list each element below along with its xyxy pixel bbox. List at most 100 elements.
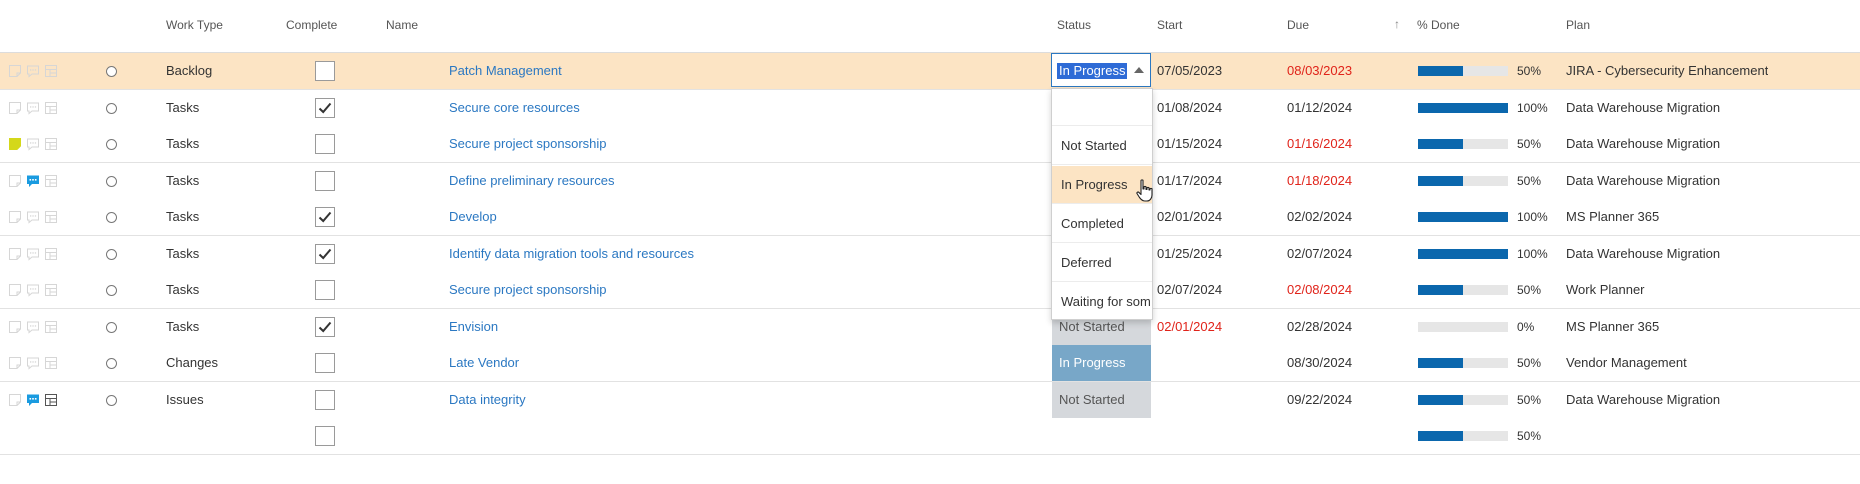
task-name-link[interactable]: Define preliminary resources	[449, 163, 614, 199]
plan-cell[interactable]: Data Warehouse Migration	[1566, 163, 1720, 199]
complete-checkbox[interactable]	[315, 243, 335, 264]
comment-icon[interactable]	[26, 320, 40, 334]
percent-done-cell[interactable]: 50%	[1517, 163, 1541, 199]
status-option[interactable]	[1052, 89, 1152, 126]
status-option[interactable]: Deferred	[1052, 244, 1152, 282]
due-date-cell[interactable]: 02/02/2024	[1287, 199, 1352, 235]
comment-icon[interactable]	[26, 137, 40, 151]
percent-done-cell[interactable]: 100%	[1517, 236, 1548, 272]
board-icon[interactable]	[44, 210, 58, 224]
due-date-cell[interactable]: 08/03/2023	[1287, 53, 1352, 89]
status-option[interactable]: Completed	[1052, 205, 1152, 243]
board-icon[interactable]	[44, 247, 58, 261]
note-icon[interactable]	[8, 101, 22, 115]
percent-done-cell[interactable]: 50%	[1517, 272, 1541, 308]
plan-cell[interactable]: MS Planner 365	[1566, 199, 1659, 235]
board-icon[interactable]	[44, 393, 58, 407]
header-pct-done[interactable]: % Done	[1417, 18, 1460, 32]
status-option[interactable]: Not Started	[1052, 127, 1152, 165]
due-date-cell[interactable]: 02/07/2024	[1287, 236, 1352, 272]
header-name[interactable]: Name	[386, 18, 418, 32]
row-select-radio[interactable]	[106, 285, 117, 296]
complete-checkbox[interactable]	[315, 61, 335, 81]
status-dropdown[interactable]: Not Started In Progress Completed Deferred W…	[1051, 88, 1153, 320]
work-type-cell[interactable]: Backlog	[166, 53, 212, 89]
board-icon[interactable]	[44, 283, 58, 297]
percent-done-cell[interactable]: 0%	[1517, 309, 1534, 345]
complete-checkbox[interactable]	[315, 316, 335, 337]
work-type-cell[interactable]: Tasks	[166, 199, 199, 235]
note-icon[interactable]	[8, 137, 22, 151]
table-row[interactable]: Tasks Secure core resources 01/08/2024 01/1…	[0, 89, 1860, 127]
work-type-cell[interactable]: Tasks	[166, 272, 199, 308]
row-select-radio[interactable]	[106, 321, 117, 333]
start-date-cell[interactable]: 02/01/2024	[1157, 199, 1222, 235]
plan-cell[interactable]: Data Warehouse Migration	[1566, 126, 1720, 162]
board-icon[interactable]	[44, 101, 58, 115]
row-select-radio[interactable]	[106, 394, 117, 406]
work-type-cell[interactable]: Tasks	[166, 236, 199, 272]
status-cell[interactable]: Not Started	[1052, 381, 1151, 418]
note-icon[interactable]	[8, 247, 22, 261]
due-date-cell[interactable]: 09/22/2024	[1287, 382, 1352, 418]
header-work-type[interactable]: Work Type	[166, 18, 223, 32]
due-date-cell[interactable]: 02/28/2024	[1287, 309, 1352, 345]
comment-icon[interactable]	[26, 356, 40, 370]
note-icon[interactable]	[8, 356, 22, 370]
start-date-cell[interactable]: 02/01/2024	[1157, 309, 1222, 345]
task-name-link[interactable]: Late Vendor	[449, 345, 519, 381]
percent-done-cell[interactable]: 50%	[1517, 345, 1541, 381]
board-icon[interactable]	[44, 137, 58, 151]
comment-icon[interactable]	[26, 101, 40, 115]
board-icon[interactable]	[44, 64, 58, 78]
due-date-cell[interactable]: 01/16/2024	[1287, 126, 1352, 162]
percent-done-cell[interactable]: 50%	[1517, 126, 1541, 162]
task-name-link[interactable]: Secure project sponsorship	[449, 272, 607, 308]
row-select-radio[interactable]	[106, 358, 117, 369]
row-select-radio[interactable]	[106, 66, 117, 77]
work-type-cell[interactable]: Tasks	[166, 126, 199, 162]
work-type-cell[interactable]: Tasks	[166, 163, 199, 199]
row-select-radio[interactable]	[106, 139, 117, 150]
summary-row[interactable]: 50%	[0, 418, 1860, 455]
due-date-cell[interactable]: 02/08/2024	[1287, 272, 1352, 308]
header-status[interactable]: Status	[1057, 18, 1091, 32]
status-cell[interactable]: In Progress	[1052, 345, 1151, 381]
row-select-radio[interactable]	[106, 212, 117, 223]
plan-cell[interactable]: Data Warehouse Migration	[1566, 236, 1720, 272]
start-date-cell[interactable]: 01/17/2024	[1157, 163, 1222, 199]
work-type-cell[interactable]: Changes	[166, 345, 218, 381]
header-complete[interactable]: Complete	[286, 18, 337, 32]
complete-checkbox[interactable]	[315, 97, 335, 118]
complete-checkbox[interactable]	[315, 353, 335, 373]
comment-icon[interactable]	[26, 210, 40, 224]
percent-done-cell[interactable]: 50%	[1517, 382, 1541, 418]
plan-cell[interactable]: Vendor Management	[1566, 345, 1687, 381]
work-type-cell[interactable]: Issues	[166, 382, 204, 418]
due-date-cell[interactable]: 01/12/2024	[1287, 90, 1352, 126]
task-name-link[interactable]: Identify data migration tools and resour…	[449, 236, 694, 272]
task-name-link[interactable]: Data integrity	[449, 382, 526, 418]
task-name-link[interactable]: Develop	[449, 199, 497, 235]
due-date-cell[interactable]: 01/18/2024	[1287, 163, 1352, 199]
note-icon[interactable]	[8, 210, 22, 224]
board-icon[interactable]	[44, 174, 58, 188]
start-date-cell[interactable]: 01/15/2024	[1157, 126, 1222, 162]
due-date-cell[interactable]: 08/30/2024	[1287, 345, 1352, 381]
comment-icon[interactable]	[26, 64, 40, 78]
start-date-cell[interactable]: 02/07/2024	[1157, 272, 1222, 308]
plan-cell[interactable]: Work Planner	[1566, 272, 1645, 308]
percent-done-cell[interactable]: 50%	[1517, 53, 1541, 89]
table-row[interactable]: Tasks Define preliminary resources 01/17/2…	[0, 162, 1860, 200]
plan-cell[interactable]: Data Warehouse Migration	[1566, 382, 1720, 418]
comment-icon[interactable]	[26, 174, 40, 188]
row-select-radio[interactable]	[106, 175, 117, 187]
complete-checkbox[interactable]	[315, 426, 335, 446]
start-date-cell[interactable]: 01/25/2024	[1157, 236, 1222, 272]
sort-ascending-icon[interactable]: ↑	[1394, 17, 1400, 31]
complete-checkbox[interactable]	[315, 134, 335, 154]
work-type-cell[interactable]: Tasks	[166, 309, 199, 345]
table-row[interactable]: Tasks Secure project sponsorship 02/07/202…	[0, 272, 1860, 309]
table-row[interactable]: Tasks Develop 02/01/2024 02/02/2024 100% MS P…	[0, 199, 1860, 236]
plan-cell[interactable]: MS Planner 365	[1566, 309, 1659, 345]
